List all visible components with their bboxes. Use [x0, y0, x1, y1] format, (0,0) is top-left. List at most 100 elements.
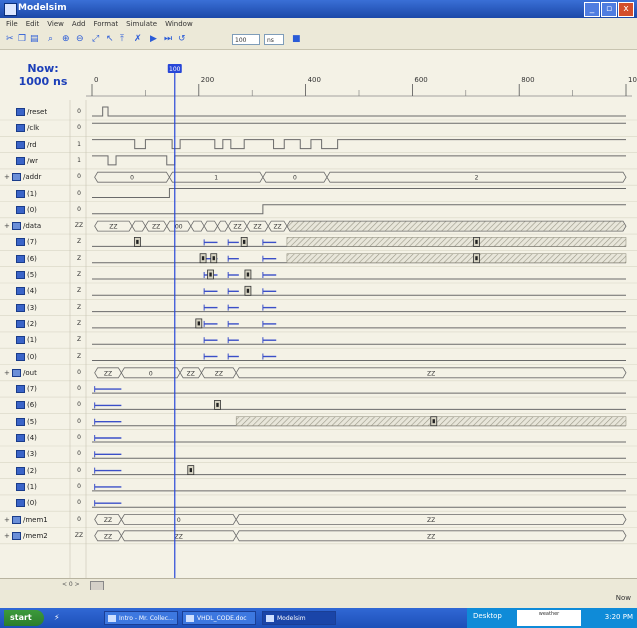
- zoom-full-icon[interactable]: ⤢: [92, 34, 99, 45]
- ruler-tick-label: 200: [201, 76, 214, 84]
- copy-icon[interactable]: ❐: [18, 34, 26, 45]
- taskbar: start ⚡ Intro - Mr. Collec... VHDL_CODE.…: [0, 608, 637, 628]
- undefined-region: [286, 237, 627, 247]
- ruler-tick-label: 600: [414, 76, 427, 84]
- data-marker-inner: [201, 256, 205, 261]
- bus-value-label: ZZ: [109, 224, 117, 231]
- out-marker-inner: [216, 402, 219, 407]
- document-icon: [186, 615, 194, 622]
- clock: 3:20 PM: [604, 613, 633, 621]
- bus-value-label: ZZ: [233, 224, 241, 231]
- maximize-button[interactable]: ▫: [601, 2, 617, 17]
- undefined-region: [286, 253, 627, 263]
- cursor-icon[interactable]: ↖: [106, 34, 114, 45]
- menu-window[interactable]: Window: [165, 18, 193, 31]
- start-button[interactable]: start: [4, 610, 44, 626]
- out-marker-inner: [432, 419, 435, 424]
- weather-widget[interactable]: weather: [517, 610, 581, 626]
- bus-value-label: ZZ: [104, 517, 112, 524]
- status-now: Now: [615, 594, 631, 602]
- delete-cursor-icon[interactable]: ✗: [134, 34, 142, 45]
- find-icon[interactable]: ⌕: [48, 34, 53, 45]
- close-button[interactable]: x: [618, 2, 634, 17]
- app-icon: [4, 3, 17, 16]
- bus-data: [217, 220, 229, 232]
- paste-icon[interactable]: ▤: [30, 34, 39, 45]
- out-marker-inner: [189, 468, 192, 473]
- bus-value-label: ZZ: [427, 517, 435, 524]
- ruler-tick-label: 1000: [628, 76, 637, 84]
- bus-value-label: ZZ: [427, 370, 435, 377]
- bus-value-label: 0: [293, 175, 297, 182]
- task-intro[interactable]: Intro - Mr. Collec...: [104, 611, 178, 625]
- task-vhdl-code[interactable]: VHDL_CODE.doc: [182, 611, 256, 625]
- bus-value-label: 1: [214, 175, 218, 182]
- bus-value-label: 00: [175, 224, 183, 231]
- bus-value-label: ZZ: [152, 224, 160, 231]
- minimize-button[interactable]: _: [584, 2, 600, 17]
- wave-addr-1: [92, 188, 626, 198]
- zoom-out-icon[interactable]: ⊖: [76, 34, 84, 45]
- window-icon: [266, 615, 274, 622]
- ruler-tick-label: 0: [94, 76, 98, 84]
- data-marker-inner: [212, 256, 215, 261]
- cursor-label: 100: [169, 66, 181, 73]
- bus-value-label: ZZ: [187, 370, 195, 377]
- bus-value-label: ZZ: [215, 370, 223, 377]
- task-modelsim[interactable]: Modelsim: [262, 611, 336, 625]
- menu-bar: File Edit View Add Format Simulate Windo…: [0, 18, 637, 31]
- bus-value-label: 0: [130, 175, 134, 182]
- bus-value-label: ZZ: [104, 533, 112, 540]
- waveform-canvas[interactable]: 02004006008001000 0102ZZZZ00ZZZZZZZZ0ZZZ…: [0, 50, 637, 578]
- wave-addr-0: [92, 204, 626, 215]
- window-title: Modelsim: [18, 3, 67, 13]
- bus-value-label: ZZ: [273, 224, 281, 231]
- run-icon[interactable]: ▶: [150, 34, 157, 45]
- zoom-in-icon[interactable]: ⊕: [62, 34, 70, 45]
- menu-file[interactable]: File: [6, 18, 18, 31]
- ruler-tick-label: 800: [521, 76, 534, 84]
- run-length-field[interactable]: 100: [232, 34, 260, 45]
- bus-value-label: ZZ: [427, 533, 435, 540]
- system-tray: Desktop weather 3:20 PM: [467, 608, 637, 628]
- wave-reset: [92, 106, 626, 117]
- wave-rd: [92, 139, 626, 150]
- menu-format[interactable]: Format: [93, 18, 118, 31]
- bus-value-label: ZZ: [104, 370, 112, 377]
- add-cursor-icon[interactable]: ⤒: [120, 34, 124, 45]
- wave-wr: [92, 155, 626, 166]
- task-label: Modelsim: [277, 615, 306, 622]
- bus-value-label: ZZ: [175, 533, 183, 540]
- unit-select[interactable]: ns: [264, 34, 284, 45]
- bus-data: [203, 220, 218, 232]
- bus-value-label: 0: [149, 370, 153, 377]
- data-marker-inner: [475, 256, 478, 261]
- bus-value-label: ZZ: [253, 224, 261, 231]
- quick-launch-icon[interactable]: ⚡: [54, 613, 60, 622]
- data-marker-inner: [209, 272, 212, 277]
- data-marker-inner: [242, 239, 246, 244]
- cut-icon[interactable]: ✂: [6, 34, 14, 45]
- restart-icon[interactable]: ↺: [178, 34, 186, 45]
- ruler-tick-label: 400: [308, 76, 321, 84]
- status-bar: Now: [0, 590, 637, 608]
- title-bar: Modelsim _ ▫ x: [0, 0, 637, 18]
- bus-value-label: 0: [177, 517, 181, 524]
- window-icon: [108, 615, 116, 622]
- bus-data: [286, 220, 627, 232]
- task-label: VHDL_CODE.doc: [197, 615, 247, 622]
- data-marker-inner: [475, 239, 478, 244]
- menu-view[interactable]: View: [47, 18, 64, 31]
- menu-edit[interactable]: Edit: [26, 18, 40, 31]
- menu-simulate[interactable]: Simulate: [126, 18, 157, 31]
- bus-data: [190, 220, 205, 232]
- task-label: Intro - Mr. Collec...: [119, 615, 174, 622]
- break-icon[interactable]: ■: [292, 34, 301, 45]
- toolbar: ✂ ❐ ▤ ⌕ ⊕ ⊖ ⤢ ↖ ⤒ ✗ ▶ ⏭ ↺ 100 ns ■: [0, 31, 637, 50]
- bus-value-label: 2: [475, 175, 479, 182]
- desktop-label[interactable]: Desktop: [473, 612, 502, 620]
- step-icon[interactable]: ⏭: [164, 34, 172, 45]
- data-marker-inner: [136, 239, 139, 244]
- menu-add[interactable]: Add: [72, 18, 86, 31]
- bus-data: [131, 220, 146, 232]
